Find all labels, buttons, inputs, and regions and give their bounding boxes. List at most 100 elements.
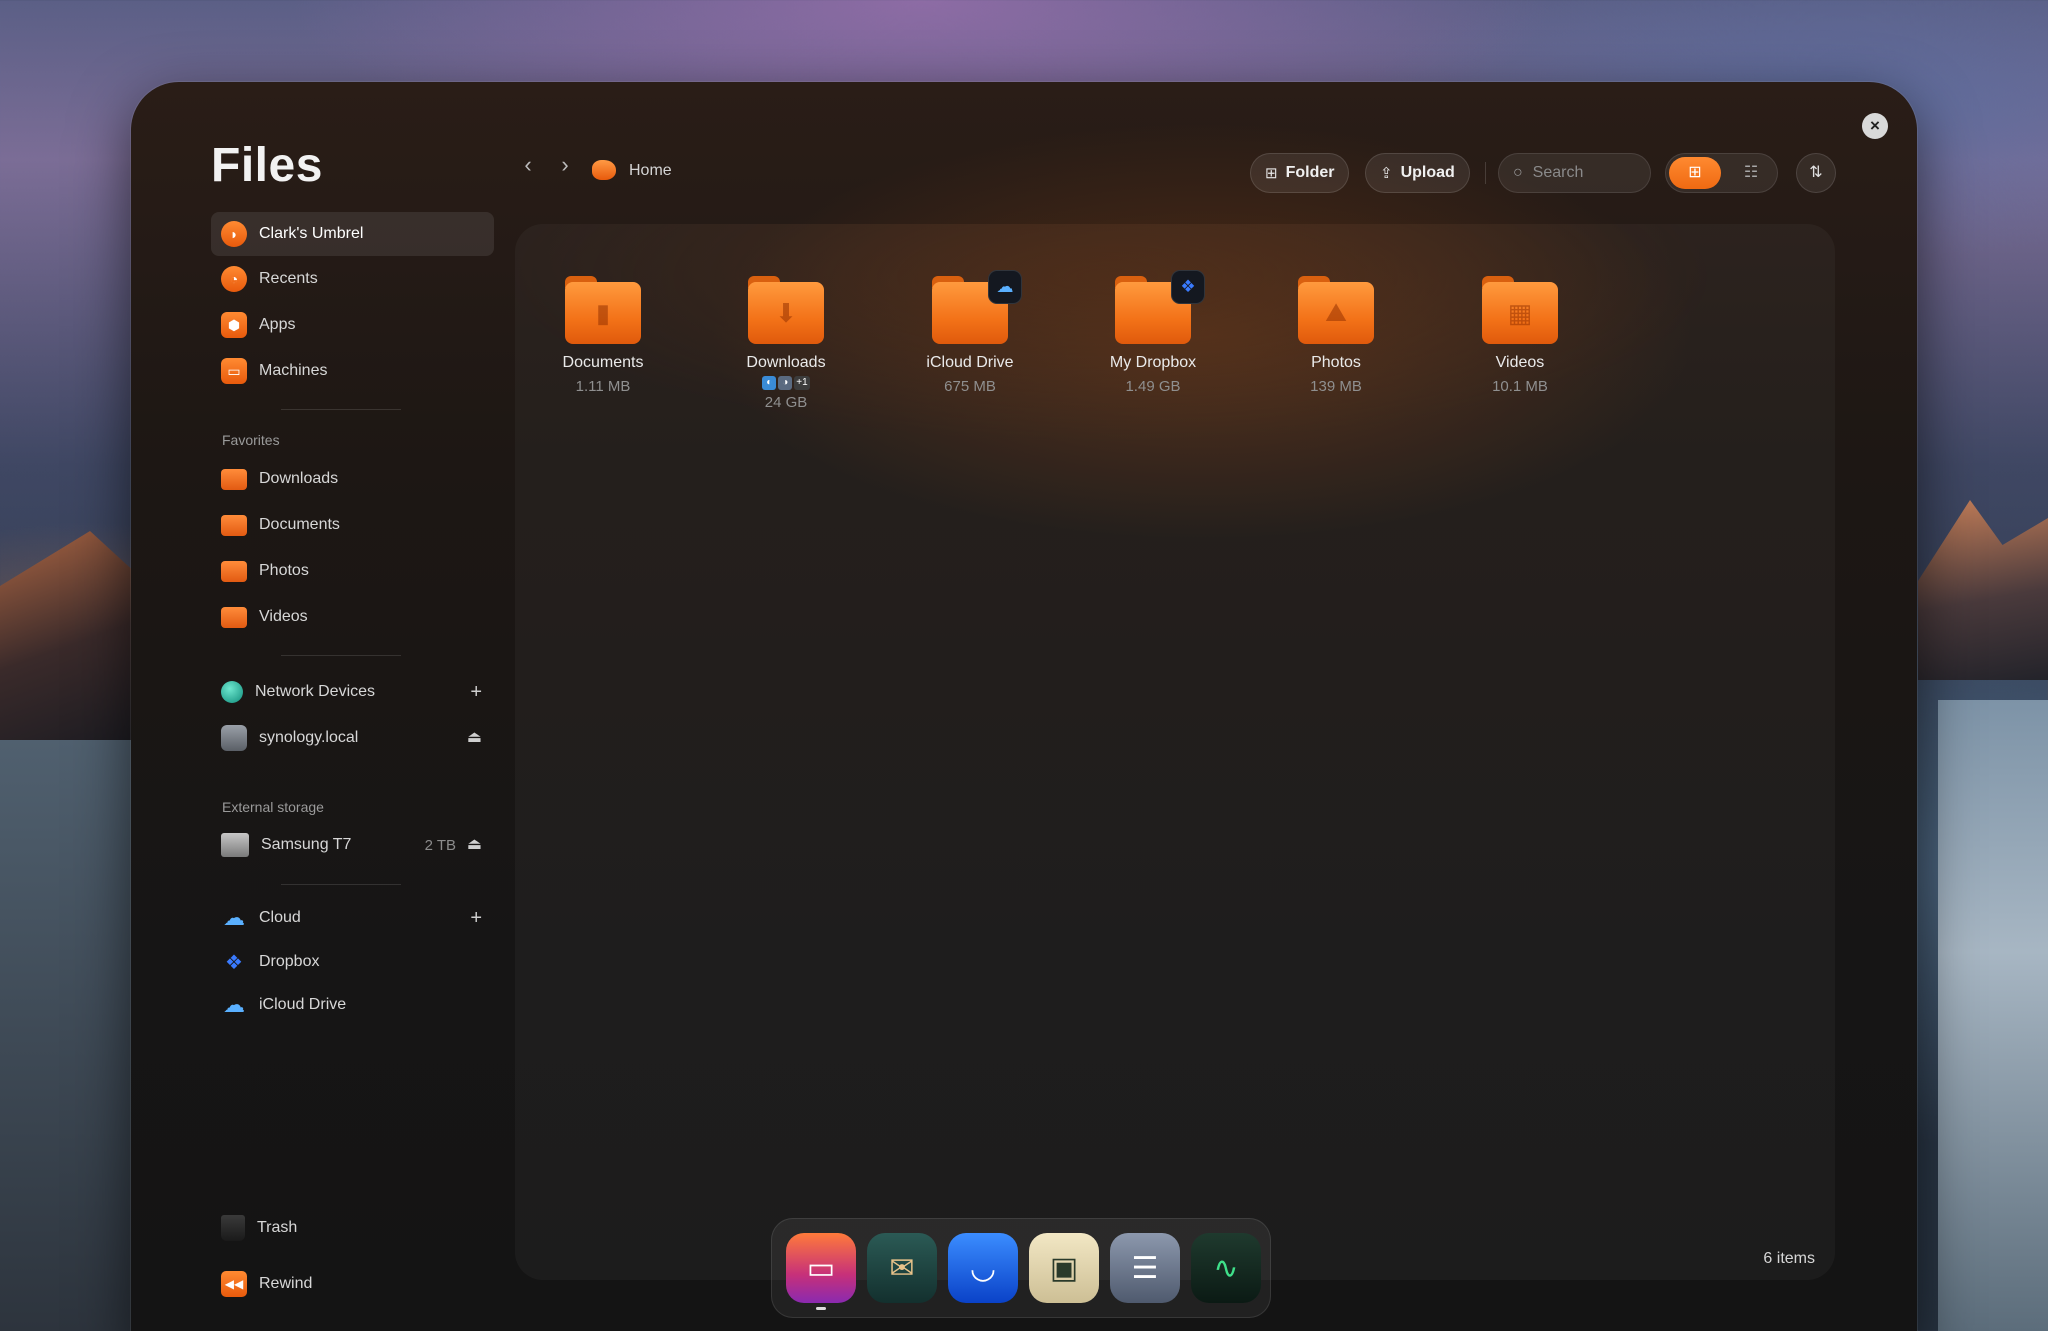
cloud-icon: ☁ [223, 992, 245, 1017]
dock-mail-app[interactable]: ◡ [948, 1233, 1018, 1303]
shared-badges: ◐ ◑ +1 [711, 376, 861, 390]
new-folder-label: Folder [1285, 164, 1335, 181]
eject-synology-button[interactable]: ⏏ [467, 730, 482, 746]
file-item-icloud-drive[interactable]: ☁ iCloud Drive 675 MB [895, 270, 1045, 395]
folder-icon: ❖ [1115, 270, 1205, 344]
dock-monitor-app[interactable]: ∿ [1191, 1233, 1261, 1303]
shared-user-icon: ◐ [762, 376, 777, 390]
search-input[interactable]: ○ Search [1498, 153, 1651, 193]
sidebar-item-synology[interactable]: synology.local ⏏ [211, 716, 494, 760]
sidebar-item-network-devices[interactable]: Network Devices + [211, 670, 494, 714]
file-size: 1.11 MB [575, 378, 631, 395]
umbrel-icon: ◗ [221, 221, 247, 247]
background-water-right [1938, 700, 2048, 1331]
files-window: × Files ◗ Clark's Umbrel ◔ Recents ⬢ App… [131, 82, 1917, 1331]
sidebar-item-label: Recents [259, 270, 318, 287]
file-item-photos[interactable]: ⛰ Photos 139 MB [1261, 276, 1411, 395]
trash-icon [221, 1215, 245, 1241]
list-view-button[interactable]: ☷ [1728, 157, 1774, 189]
upload-icon: ⇪ [1380, 165, 1393, 182]
grid-icon: ⊞ [1688, 164, 1702, 181]
file-item-documents[interactable]: ▮ Documents 1.11 MB [528, 276, 678, 395]
sidebar-item-label: Machines [259, 362, 328, 379]
sort-icon: ⇅ [1809, 164, 1823, 181]
grid-view-button[interactable]: ⊞ [1669, 157, 1721, 189]
file-item-my-dropbox[interactable]: ❖ My Dropbox 1.49 GB [1078, 270, 1228, 395]
sidebar-divider [281, 409, 401, 410]
sidebar-item-apps[interactable]: ⬢ Apps [211, 303, 494, 347]
sidebar-item-samsung-t7[interactable]: Samsung T7 2 TB ⏏ [211, 823, 494, 867]
files-app-icon: ▭ [806, 1251, 836, 1285]
sidebar-item-label: Documents [259, 516, 340, 533]
sidebar-item-label: Network Devices [255, 683, 376, 700]
dropbox-icon: ❖ [225, 951, 243, 974]
sidebar-item-label: Samsung T7 [261, 836, 352, 853]
folder-download-icon: ⬇ [748, 276, 824, 344]
rewind-icon: ◀◀ [221, 1271, 247, 1297]
sidebar-item-photos[interactable]: Photos [211, 549, 494, 593]
folder-plus-icon: ⊞ [1265, 165, 1278, 182]
sidebar-item-clarks-umbrel[interactable]: ◗ Clark's Umbrel [211, 212, 494, 256]
icloud-badge-icon: ☁ [988, 270, 1022, 304]
sidebar-item-documents[interactable]: Documents [211, 503, 494, 547]
folder-photo-icon: ⛰ [1298, 276, 1374, 344]
drive-size: 2 TB [424, 836, 456, 854]
settings-app-icon: ☰ [1131, 1251, 1159, 1285]
cube-icon: ⬢ [221, 312, 247, 338]
sidebar-divider [281, 884, 401, 885]
file-name: iCloud Drive [926, 354, 1014, 371]
dock-display-app[interactable]: ▣ [1029, 1233, 1099, 1303]
mail-app-icon: ◡ [969, 1251, 997, 1285]
photos-app-icon: ✉ [889, 1251, 915, 1285]
add-network-device-button[interactable]: + [470, 682, 482, 702]
dock-settings-app[interactable]: ☰ [1110, 1233, 1180, 1303]
file-item-downloads[interactable]: ⬇ Downloads ◐ ◑ +1 24 GB [711, 276, 861, 411]
favorites-heading: Favorites [222, 432, 280, 448]
file-size: 675 MB [944, 378, 996, 395]
add-cloud-button[interactable]: + [470, 908, 482, 928]
close-button[interactable]: × [1862, 113, 1888, 139]
file-size: 1.49 GB [1125, 378, 1181, 395]
sidebar-item-cloud[interactable]: ☁ Cloud + [211, 896, 494, 940]
sidebar-item-rewind[interactable]: ◀◀ Rewind [211, 1262, 494, 1306]
folder-icon: ☁ [932, 270, 1022, 344]
sidebar-item-label: Trash [257, 1219, 298, 1236]
sidebar-item-recents[interactable]: ◔ Recents [211, 257, 494, 301]
cloud-icon: ☁ [223, 905, 245, 930]
sidebar-item-machines[interactable]: ▭ Machines [211, 349, 494, 393]
folder-icon: ▮ [565, 276, 641, 344]
forward-button[interactable]: › [552, 152, 578, 178]
sort-button[interactable]: ⇅ [1796, 153, 1836, 193]
shared-count: +1 [794, 376, 810, 390]
file-name: Downloads [746, 354, 826, 371]
file-name: Documents [562, 354, 644, 371]
item-count: 6 items [1763, 1250, 1815, 1267]
search-placeholder: Search [1532, 164, 1584, 181]
file-size: 10.1 MB [1492, 378, 1548, 395]
back-button[interactable]: ‹ [515, 152, 541, 178]
sidebar-item-downloads[interactable]: Downloads [211, 457, 494, 501]
dock-files-app[interactable]: ▭ [786, 1233, 856, 1303]
dock-photos-app[interactable]: ✉ [867, 1233, 937, 1303]
file-item-videos[interactable]: ▦ Videos 10.1 MB [1445, 276, 1595, 395]
file-size: 24 GB [764, 394, 808, 411]
sidebar-item-icloud-drive[interactable]: ☁ iCloud Drive [211, 983, 494, 1027]
toolbar-divider [1485, 162, 1486, 184]
sidebar-item-label: Rewind [259, 1275, 313, 1292]
folder-icon [221, 560, 247, 582]
breadcrumb-home[interactable]: Home [629, 162, 672, 180]
sidebar-item-trash[interactable]: Trash [211, 1206, 494, 1250]
background-mountain-left [0, 531, 150, 740]
clock-icon: ◔ [221, 266, 247, 292]
background-mountain-right [1918, 500, 2048, 680]
sidebar-item-videos[interactable]: Videos [211, 595, 494, 639]
upload-button[interactable]: ⇪ Upload [1365, 153, 1470, 193]
folder-icon [221, 606, 247, 628]
sidebar-item-label: Dropbox [259, 953, 320, 970]
folder-video-icon: ▦ [1482, 276, 1558, 344]
eject-samsung-button[interactable]: ⏏ [467, 837, 482, 853]
sidebar-item-dropbox[interactable]: ❖ Dropbox [211, 940, 494, 984]
new-folder-button[interactable]: ⊞ Folder [1250, 153, 1350, 193]
sidebar-item-label: Downloads [259, 470, 339, 487]
file-name: Photos [1311, 354, 1361, 371]
